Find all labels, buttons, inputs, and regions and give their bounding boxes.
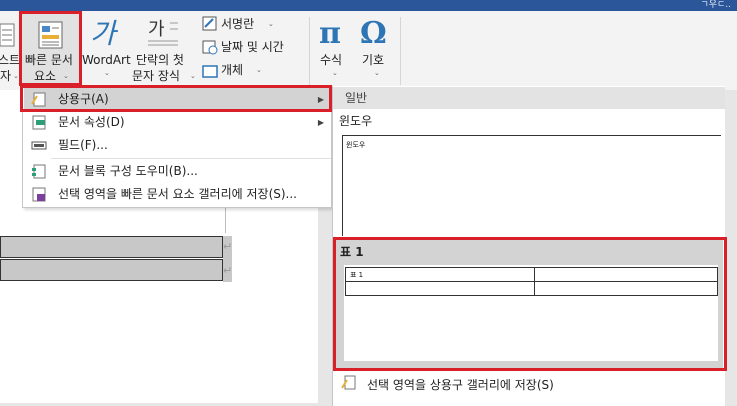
textbox-label-line1[interactable]: 스트 [0,53,20,67]
gallery-item-window[interactable]: 윈도우 [342,135,721,236]
table-row[interactable] [0,236,223,258]
equation-chevron-icon: ⌄ [332,69,338,77]
svg-text:Ω: Ω [360,16,387,49]
symbol-label[interactable]: 기호 [362,53,384,67]
svg-text:가: 가 [148,19,165,40]
object-chevron-icon: ⌄ [256,66,262,74]
page-margin-guide [225,208,226,233]
equation-label[interactable]: 수식 [320,53,342,67]
menu-item-document-property[interactable]: 문서 속성(D) ▶ [24,111,330,134]
menu-item-label: 문서 속성(D) [58,115,125,129]
menu-item-label: 필드(F)... [58,138,108,152]
textbox-label-line2[interactable]: 자 [0,69,11,83]
title-bar: ㄱ우ㄷ.. [0,0,737,11]
gallery-category-label: 윈도우 [339,114,373,128]
menu-item-save-selection[interactable]: 선택 영역을 빠른 문서 요소 갤러리에 저장(S)... [24,183,330,206]
symbol-chevron-icon: ⌄ [374,69,380,77]
paragraph-mark: ↵ [223,264,233,277]
paragraph-mark: ↵ [223,240,233,253]
menu-item-field[interactable]: 필드(F)... [24,134,330,157]
textbox-icon [0,23,15,47]
gallery-footer-label: 선택 영역을 상용구 갤러리에 저장(S) [367,378,554,392]
wordart-label[interactable]: WordArt [82,53,131,67]
ribbon-group-separator-2 [400,17,401,85]
equation-icon: π [319,16,341,49]
building-blocks-organizer-icon [32,164,46,179]
gallery-header: 일반 [333,87,725,109]
wordart-chevron-icon: ⌄ [104,69,110,77]
menu-separator [51,158,331,159]
symbol-icon: Ω [360,16,387,49]
signature-line-icon [202,16,217,31]
autotext-save-icon [341,375,356,390]
svg-text:π: π [319,16,341,49]
gallery-save-selection-item[interactable]: 선택 영역을 상용구 갤러리에 저장(S) [333,370,725,398]
dropcap-icon: 가 [148,19,178,46]
ribbon-group-separator [309,17,310,85]
svg-text:가: 가 [90,17,119,49]
menu-item-label: 문서 블록 구성 도우미(B)... [58,164,198,178]
wordart-icon: 가 [90,17,119,49]
object-label[interactable]: 개체 [221,63,243,77]
datetime-label[interactable]: 날짜 및 시간 [221,40,284,54]
submenu-arrow-icon: ▶ [317,118,324,127]
title-corner-text: ㄱ우ㄷ.. [700,0,731,10]
dropcap-label-line1[interactable]: 단락의 첫 [136,53,184,67]
object-icon [202,65,218,78]
highlight-box-quickparts [19,11,82,86]
signature-line-label[interactable]: 서명란 [221,17,254,31]
highlight-box-autotext [20,85,332,112]
ribbon-insert-tab: 스트 자 ⌄ 빠른 문서 요소 ⌄ 가 WordArt ⌄ 가 단락의 첫 문자… [0,11,737,91]
dropcap-chevron-icon: ⌄ [190,72,196,80]
menu-item-building-blocks-organizer[interactable]: 문서 블록 구성 도우미(B)... [24,160,330,183]
menu-item-label: 선택 영역을 빠른 문서 요소 갤러리에 저장(S)... [58,187,297,201]
datetime-icon [202,40,218,55]
document-property-icon [32,115,46,130]
window-preview-text: 윈도우 [346,141,366,149]
dropcap-label-line2[interactable]: 문자 장식 [132,69,180,83]
save-selection-icon [32,187,46,202]
textbox-chevron-icon: ⌄ [13,72,19,80]
gallery-header-label: 일반 [345,91,368,105]
field-icon [31,141,47,150]
highlight-box-table1 [333,237,727,371]
table-row[interactable] [0,259,223,281]
signature-chevron-icon: ⌄ [268,20,274,28]
